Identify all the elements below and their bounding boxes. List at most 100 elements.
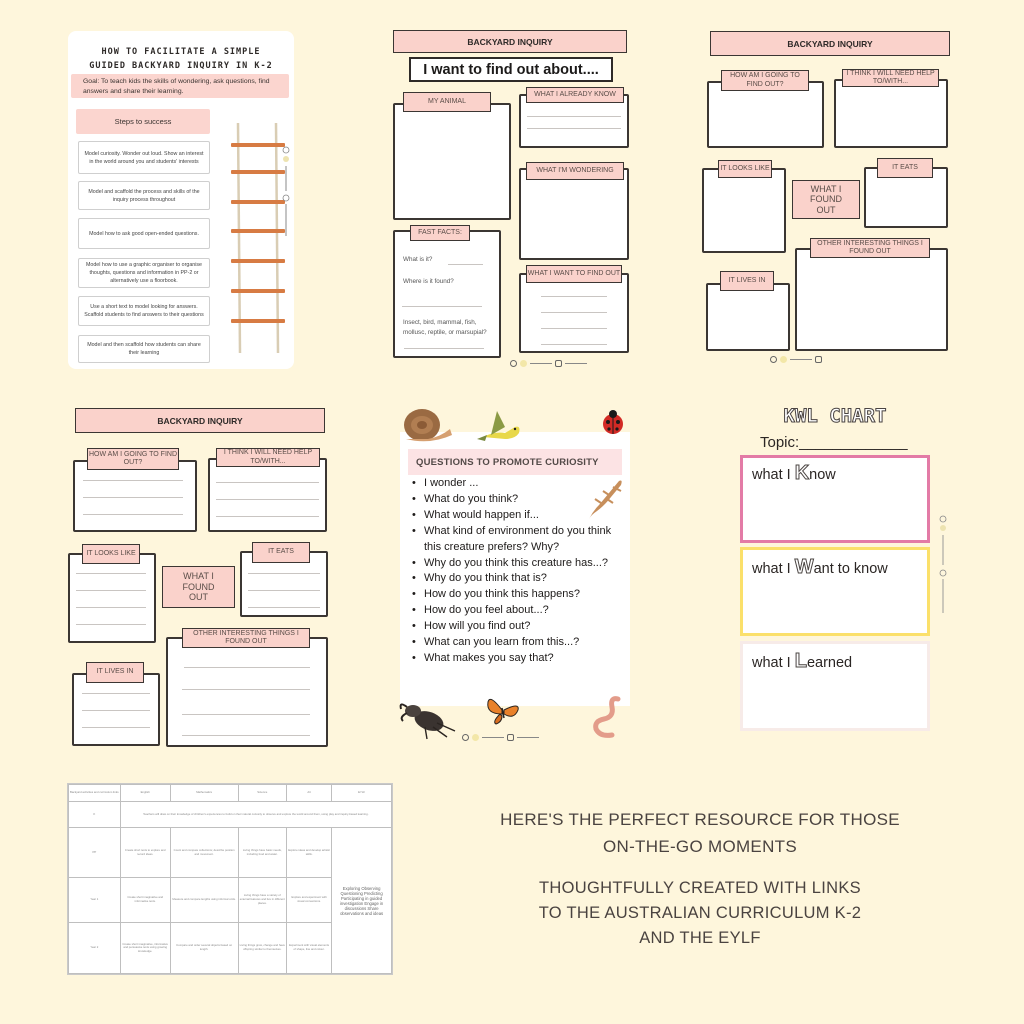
kwl-know-letter: K — [794, 462, 810, 484]
table-cell: Create short texts to explore and record… — [119, 827, 171, 878]
website-text — [790, 358, 812, 361]
lives-in-label: IT LIVES IN — [86, 662, 144, 683]
guide-title-line1: HOW TO FACILITATE A SIMPLE — [101, 47, 261, 57]
eats-label: IT EATS — [877, 158, 933, 178]
looks-like-box — [68, 553, 156, 643]
worksheet3-title: BACKYARD INQUIRY — [75, 408, 325, 433]
snail-icon — [404, 409, 452, 442]
want-find-out-box — [519, 273, 629, 353]
need-help-box — [208, 458, 327, 532]
copyright-icon — [510, 360, 517, 367]
email-icon — [507, 734, 514, 741]
fast-facts-label: FAST FACTS: — [410, 225, 470, 241]
need-help-label: I THINK I WILL NEED HELP TO/WITH... — [216, 448, 320, 467]
table-cell: Create short imaginative, informative an… — [119, 921, 171, 975]
header-cell: Science — [237, 784, 288, 802]
email-icon — [555, 360, 562, 367]
table-cell: Measure and compare lengths using inform… — [169, 876, 239, 923]
table-header-row: Backyard activities and curriculum links… — [68, 784, 392, 802]
website-text — [530, 362, 552, 365]
copyright-icons — [939, 515, 947, 613]
other-things-box — [795, 248, 948, 351]
worksheet2-title: BACKYARD INQUIRY — [710, 31, 950, 56]
how-find-out-box — [73, 460, 197, 532]
year-cell: Year 2 — [68, 921, 121, 975]
copyright-icons — [282, 146, 290, 236]
question-item: How do you feel about...? — [412, 603, 627, 619]
year-cell: K — [68, 800, 121, 829]
fast-facts-box: What is it? Where is it found? Insect, b… — [393, 230, 501, 358]
promo-text-2: THOUGHTFULLY CREATED WITH LINKS TO THE A… — [460, 876, 940, 951]
table-cell: Count and compare collections; describe … — [169, 827, 239, 878]
looks-like-label: IT LOOKS LIKE — [718, 160, 772, 178]
table-cell: Compare and order several objects based … — [169, 921, 239, 975]
bird-icon — [477, 411, 520, 441]
copyright-icon — [770, 356, 777, 363]
wondering-label: WHAT I'M WONDERING — [526, 162, 624, 180]
prompt-what-is-it: What is it? — [403, 256, 433, 263]
year-cell: PP — [68, 827, 121, 878]
step-item: Model curiosity. Wonder out loud. Show a… — [78, 141, 210, 174]
curriculum-table: Backyard activities and curriculum links… — [67, 783, 393, 975]
table-cell: Create short imaginative and informative… — [119, 876, 171, 923]
table-row: K Teachers will draw on their knowledge … — [68, 800, 393, 829]
header-cell: EYLF — [331, 784, 392, 802]
want-find-out-label: WHAT I WANT TO FIND OUT — [526, 265, 622, 283]
looks-like-label: IT LOOKS LIKE — [82, 544, 140, 564]
table-cell: Living things have basic needs, includin… — [237, 827, 288, 878]
question-item: What can you learn from this...? — [412, 635, 627, 651]
guide-goal: Goal: To teach kids the skills of wonder… — [71, 74, 289, 98]
stag-beetle-icon — [399, 703, 456, 740]
guide-title-line2: GUIDED BACKYARD INQUIRY IN K-2 — [89, 61, 273, 71]
already-know-label: WHAT I ALREADY KNOW — [526, 87, 624, 103]
promo-line: THOUGHTFULLY CREATED WITH LINKS — [539, 879, 861, 897]
need-help-box — [834, 79, 948, 148]
wondering-box — [519, 168, 629, 260]
prompt-animal-type: Insect, bird, mammal, fish, mollusc, rep… — [403, 319, 487, 336]
eats-label: IT EATS — [252, 542, 310, 563]
steps-heading: Steps to success — [76, 109, 210, 134]
question-item: What makes you say that? — [412, 651, 627, 667]
table-cell: Explore and experiment with visual conve… — [285, 876, 333, 923]
how-find-out-box — [707, 81, 824, 148]
looks-like-box — [702, 168, 786, 253]
other-things-box — [166, 637, 328, 747]
copyright-footer — [770, 356, 822, 363]
website-text — [482, 736, 504, 739]
kwl-learned-box: what I Learned — [740, 641, 930, 731]
kwl-know-suffix: now — [809, 467, 836, 483]
question-item: Why do you think that is? — [412, 571, 627, 587]
promo-line: ON-THE-GO MOMENTS — [603, 837, 797, 856]
email-text — [517, 736, 539, 739]
kwl-know-prefix: what I — [752, 467, 795, 483]
kwl-want-suffix: ant to know — [813, 561, 888, 577]
header-cell: Backyard activities and curriculum links — [68, 784, 121, 802]
header-cell: English — [119, 784, 171, 802]
question-item: Why do you think this creature has...? — [412, 556, 627, 572]
my-animal-label: MY ANIMAL — [403, 92, 491, 112]
questions-page: QUESTIONS TO PROMOTE CURIOSITY I wonder … — [400, 432, 630, 706]
other-things-label: OTHER INTERESTING THINGS I FOUND OUT — [182, 628, 310, 648]
question-item: What kind of environment do you think th… — [412, 524, 627, 556]
copyright-footer — [510, 360, 587, 367]
promo-line: AND THE EYLF — [639, 929, 761, 947]
step-item: Use a short text to model looking for an… — [78, 296, 210, 326]
kwl-know-box: what I Know — [740, 455, 930, 543]
email-text — [565, 362, 587, 365]
ladybug-icon — [603, 410, 623, 434]
found-out-text: WHAT I FOUND OUT — [810, 183, 842, 215]
table-cell: Teachers will draw on their knowledge of… — [119, 800, 393, 829]
kwl-topic: Topic:_____________ — [760, 434, 908, 451]
worksheet1-title: BACKYARD INQUIRY — [393, 30, 627, 53]
found-out-label: WHAT I FOUND OUT — [162, 566, 235, 608]
flower-logo-icon — [520, 360, 527, 367]
kwl-learned-letter: L — [794, 650, 807, 672]
copyright-footer — [462, 734, 539, 741]
step-item: Model how to ask good open-ended questio… — [78, 218, 210, 249]
guide-page: HOW TO FACILITATE A SIMPLE GUIDED BACKYA… — [68, 31, 294, 369]
year-cell: Year 1 — [68, 876, 121, 923]
other-things-label: OTHER INTERESTING THINGS I FOUND OUT — [810, 238, 930, 258]
table-cell: Living things have a variety of external… — [237, 876, 288, 923]
kwl-learned-prefix: what I — [752, 655, 795, 671]
worksheet1-subtitle: I want to find out about.... — [409, 57, 613, 82]
